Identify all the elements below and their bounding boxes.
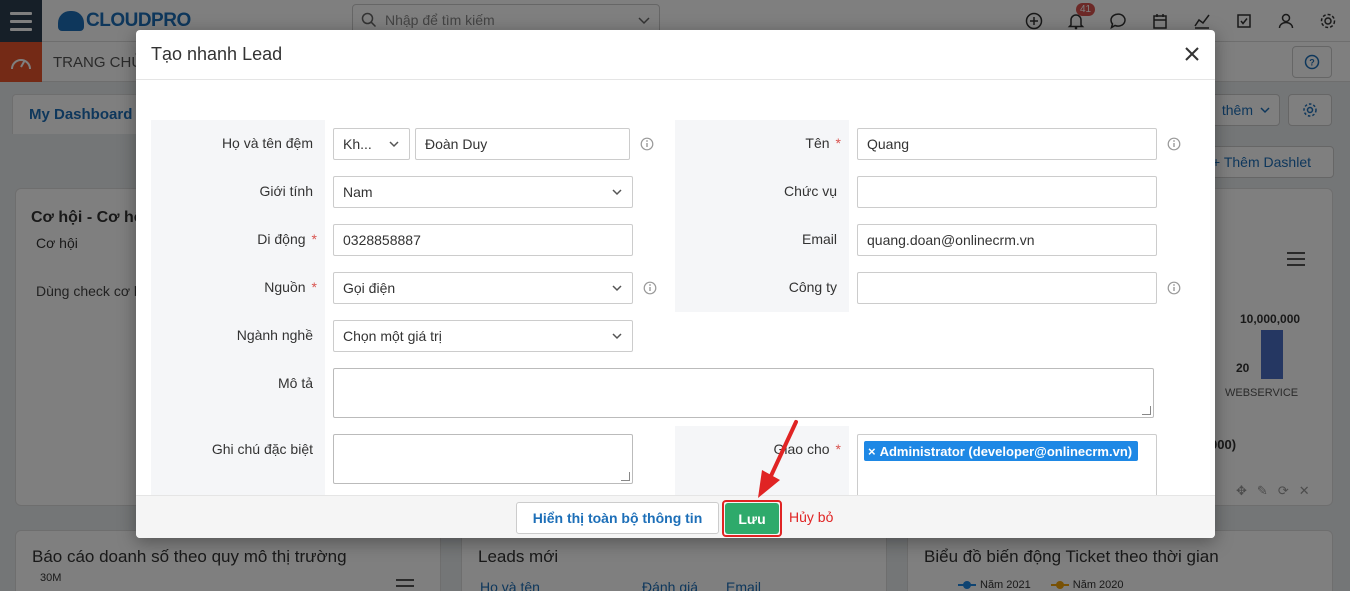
required-mark: *: [311, 279, 317, 295]
assigned-user-tag[interactable]: × Administrator (developer@onlinecrm.vn): [864, 441, 1139, 461]
first-name-label: Tên *: [736, 135, 841, 151]
gender-value: Nam: [343, 184, 373, 200]
close-icon[interactable]: [1180, 42, 1204, 66]
position-label: Chức vụ: [784, 183, 837, 199]
info-icon[interactable]: [640, 137, 654, 151]
description-label: Mô tả: [277, 375, 313, 391]
required-mark: *: [835, 441, 841, 457]
salutation-select[interactable]: Kh...: [333, 128, 410, 160]
modal-title: Tạo nhanh Lead: [151, 44, 283, 64]
special-note-textarea[interactable]: [333, 434, 633, 484]
email-label: Email: [801, 231, 837, 247]
salutation-value: Kh...: [343, 136, 372, 152]
industry-value: Chọn một giá trị: [343, 328, 442, 344]
show-full-form-button[interactable]: Hiển thị toàn bộ thông tin: [516, 502, 719, 534]
assigned-user-name: Administrator (developer@onlinecrm.vn): [879, 443, 1133, 459]
info-icon[interactable]: [643, 281, 657, 295]
industry-label: Ngành nghề: [236, 327, 313, 343]
info-icon[interactable]: [1167, 137, 1181, 151]
position-input[interactable]: [857, 176, 1157, 208]
source-select[interactable]: Gọi điện: [333, 272, 633, 304]
quick-create-lead-modal: Tạo nhanh Lead Họ và tên đệm Kh... Đoàn …: [136, 30, 1215, 538]
chevron-down-icon: [389, 141, 399, 148]
info-icon[interactable]: [1167, 281, 1181, 295]
source-value: Gọi điện: [343, 280, 396, 296]
gender-select[interactable]: Nam: [333, 176, 633, 208]
required-mark: *: [835, 135, 841, 151]
description-textarea[interactable]: [333, 368, 1154, 418]
chevron-down-icon: [612, 285, 622, 292]
middle-name-label: Họ và tên đệm: [221, 135, 313, 151]
modal-footer: Hiển thị toàn bộ thông tin Lưu Hủy bỏ: [136, 495, 1215, 538]
first-name-input[interactable]: Quang: [857, 128, 1157, 160]
annotation-arrow-icon: [758, 420, 798, 498]
middle-name-input[interactable]: Đoàn Duy: [415, 128, 630, 160]
source-label-text: Nguồn: [264, 279, 306, 295]
mobile-value: 0328858887: [343, 232, 421, 248]
gender-label: Giới tính: [259, 183, 313, 199]
modal-body: Họ và tên đệm Kh... Đoàn Duy Tên * Quang …: [136, 80, 1215, 496]
label-column-left: [151, 120, 325, 496]
email-input[interactable]: quang.doan@onlinecrm.vn: [857, 224, 1157, 256]
first-name-value: Quang: [867, 136, 910, 152]
mobile-label: Di động *: [196, 231, 317, 247]
mobile-label-text: Di động: [257, 231, 306, 247]
cancel-link[interactable]: Hủy bỏ: [789, 509, 833, 525]
mobile-input[interactable]: 0328858887: [333, 224, 633, 256]
first-name-label-text: Tên: [805, 135, 830, 151]
company-label: Công ty: [788, 279, 837, 295]
modal-header: Tạo nhanh Lead: [136, 30, 1215, 80]
email-value: quang.doan@onlinecrm.vn: [867, 232, 1035, 248]
company-input[interactable]: [857, 272, 1157, 304]
middle-name-value: Đoàn Duy: [425, 136, 488, 152]
save-button[interactable]: Lưu: [725, 503, 779, 534]
required-mark: *: [311, 231, 317, 247]
source-label: Nguồn *: [196, 279, 317, 295]
industry-select[interactable]: Chọn một giá trị: [333, 320, 633, 352]
chevron-down-icon: [612, 189, 622, 196]
special-note-label: Ghi chú đặc biệt: [211, 441, 313, 457]
chevron-down-icon: [612, 333, 622, 340]
remove-tag-icon[interactable]: ×: [868, 444, 876, 459]
